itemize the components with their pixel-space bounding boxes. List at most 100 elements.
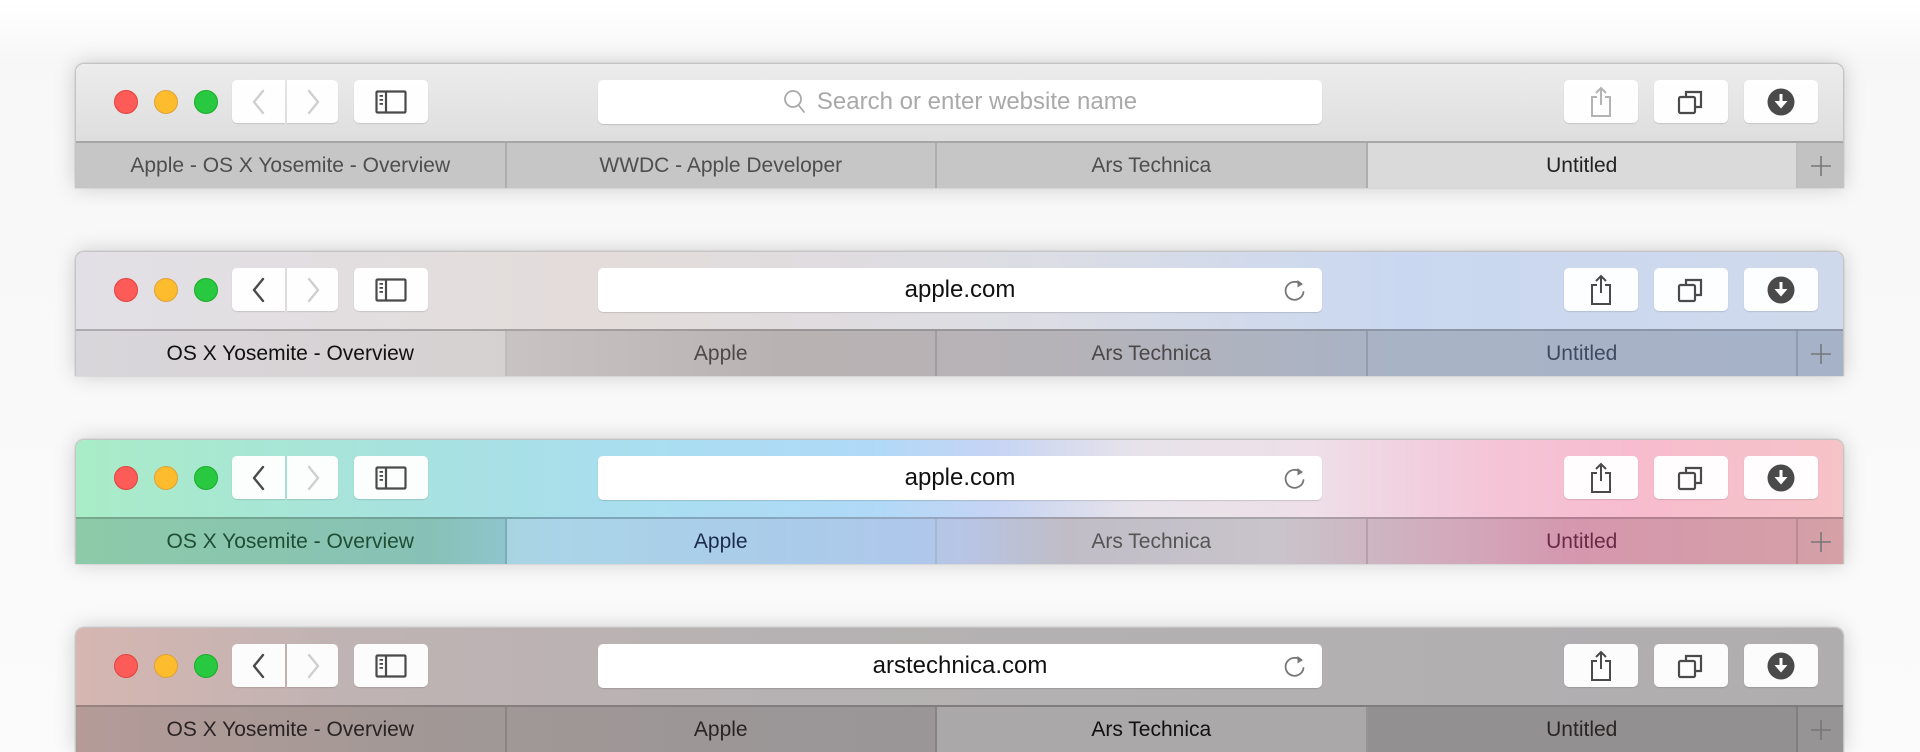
tab-2[interactable]: WWDC - Apple Developer — [507, 143, 937, 188]
chevron-right-icon — [307, 653, 319, 678]
forward-button[interactable] — [287, 80, 338, 123]
browser-window-3: apple.com OS X Yosemite - Overview Apple… — [75, 439, 1844, 564]
reload-icon[interactable] — [1282, 466, 1308, 492]
share-button[interactable] — [1564, 456, 1638, 499]
new-tab-button[interactable] — [1798, 331, 1843, 376]
tab-label: Apple — [693, 718, 748, 741]
tab-2[interactable]: Apple — [507, 331, 937, 376]
sidebar-button[interactable] — [354, 80, 428, 123]
sidebar-icon — [375, 653, 407, 678]
tab-bar: OS X Yosemite - Overview Apple Ars Techn… — [76, 517, 1843, 564]
downloads-button[interactable] — [1744, 80, 1818, 123]
tab-overview-icon — [1677, 90, 1703, 114]
address-bar[interactable]: apple.com — [598, 456, 1322, 500]
tab-1[interactable]: OS X Yosemite - Overview — [76, 707, 507, 752]
minimize-icon[interactable] — [154, 466, 178, 490]
plus-icon — [1810, 532, 1831, 552]
share-button[interactable] — [1564, 80, 1638, 123]
tab-overview-icon — [1677, 466, 1703, 490]
download-icon — [1767, 276, 1795, 303]
tab-label: Untitled — [1546, 154, 1618, 177]
reload-icon[interactable] — [1282, 278, 1308, 304]
toolbar: arstechnica.com — [76, 628, 1843, 705]
address-placeholder: Search or enter website name — [816, 88, 1138, 115]
back-button[interactable] — [232, 644, 285, 687]
share-button[interactable] — [1564, 644, 1638, 687]
tab-3[interactable]: Ars Technica — [937, 519, 1368, 564]
forward-button[interactable] — [287, 644, 338, 687]
tab-overview-button[interactable] — [1654, 268, 1728, 311]
sidebar-button[interactable] — [354, 644, 428, 687]
zoom-icon[interactable] — [194, 654, 218, 678]
forward-button[interactable] — [287, 456, 338, 499]
zoom-icon[interactable] — [194, 90, 218, 114]
sidebar-button[interactable] — [354, 268, 428, 311]
download-icon — [1767, 652, 1795, 679]
download-icon — [1767, 464, 1795, 491]
tab-overview-button[interactable] — [1654, 80, 1728, 123]
new-tab-button[interactable] — [1798, 707, 1843, 752]
close-icon[interactable] — [114, 278, 138, 302]
address-url: apple.com — [904, 276, 1016, 303]
minimize-icon[interactable] — [154, 90, 178, 114]
downloads-button[interactable] — [1744, 644, 1818, 687]
chevron-right-icon — [307, 465, 319, 490]
minimize-icon[interactable] — [154, 278, 178, 302]
tab-label: Untitled — [1546, 342, 1618, 365]
share-icon — [1591, 650, 1611, 681]
tab-3[interactable]: Ars Technica — [937, 143, 1368, 188]
tab-1[interactable]: Apple - OS X Yosemite - Overview — [76, 143, 507, 188]
address-bar[interactable]: apple.com — [598, 268, 1322, 312]
browser-window-1: Search or enter website name Apple - OS … — [75, 63, 1844, 188]
tab-3[interactable]: Ars Technica — [937, 707, 1368, 752]
chevron-left-icon — [252, 653, 264, 678]
downloads-button[interactable] — [1744, 268, 1818, 311]
address-bar[interactable]: Search or enter website name — [598, 80, 1322, 124]
browser-window-4: arstechnica.com OS X Yosemite - Overview… — [75, 627, 1844, 752]
plus-icon — [1810, 344, 1831, 364]
tab-label: Untitled — [1546, 718, 1618, 741]
share-button[interactable] — [1564, 268, 1638, 311]
new-tab-button[interactable] — [1798, 519, 1843, 564]
sidebar-icon — [375, 465, 407, 490]
tab-1[interactable]: OS X Yosemite - Overview — [76, 519, 507, 564]
tab-label: Apple - OS X Yosemite - Overview — [130, 154, 451, 177]
tab-label: OS X Yosemite - Overview — [166, 718, 414, 741]
tab-1[interactable]: OS X Yosemite - Overview — [76, 331, 507, 376]
tab-bar: Apple - OS X Yosemite - Overview WWDC - … — [76, 141, 1843, 188]
chevron-right-icon — [307, 89, 319, 114]
back-button[interactable] — [232, 80, 285, 123]
tab-3[interactable]: Ars Technica — [937, 331, 1368, 376]
back-button[interactable] — [232, 268, 285, 311]
back-button[interactable] — [232, 456, 285, 499]
tab-4[interactable]: Untitled — [1368, 331, 1798, 376]
tab-4[interactable]: Untitled — [1368, 519, 1798, 564]
tab-label: OS X Yosemite - Overview — [166, 530, 414, 553]
tab-overview-button[interactable] — [1654, 644, 1728, 687]
tab-4[interactable]: Untitled — [1367, 707, 1798, 752]
close-icon[interactable] — [114, 90, 138, 114]
tab-2[interactable]: Apple — [506, 519, 937, 564]
forward-button[interactable] — [287, 268, 338, 311]
tab-4[interactable]: Untitled — [1367, 143, 1798, 188]
new-tab-button[interactable] — [1798, 143, 1843, 188]
tab-overview-icon — [1677, 654, 1703, 678]
background — [0, 0, 1920, 63]
tab-label: Ars Technica — [1091, 718, 1212, 741]
download-icon — [1767, 88, 1795, 115]
tab-overview-button[interactable] — [1654, 456, 1728, 499]
tab-label: Untitled — [1546, 530, 1618, 553]
share-icon — [1591, 274, 1611, 305]
close-icon[interactable] — [114, 466, 138, 490]
tab-label: Ars Technica — [1091, 342, 1212, 365]
downloads-button[interactable] — [1744, 456, 1818, 499]
sidebar-button[interactable] — [354, 456, 428, 499]
reload-icon[interactable] — [1282, 654, 1308, 680]
tab-overview-icon — [1677, 278, 1703, 302]
close-icon[interactable] — [114, 654, 138, 678]
minimize-icon[interactable] — [154, 654, 178, 678]
zoom-icon[interactable] — [194, 278, 218, 302]
address-bar[interactable]: arstechnica.com — [598, 644, 1322, 688]
tab-2[interactable]: Apple — [507, 707, 937, 752]
zoom-icon[interactable] — [194, 466, 218, 490]
